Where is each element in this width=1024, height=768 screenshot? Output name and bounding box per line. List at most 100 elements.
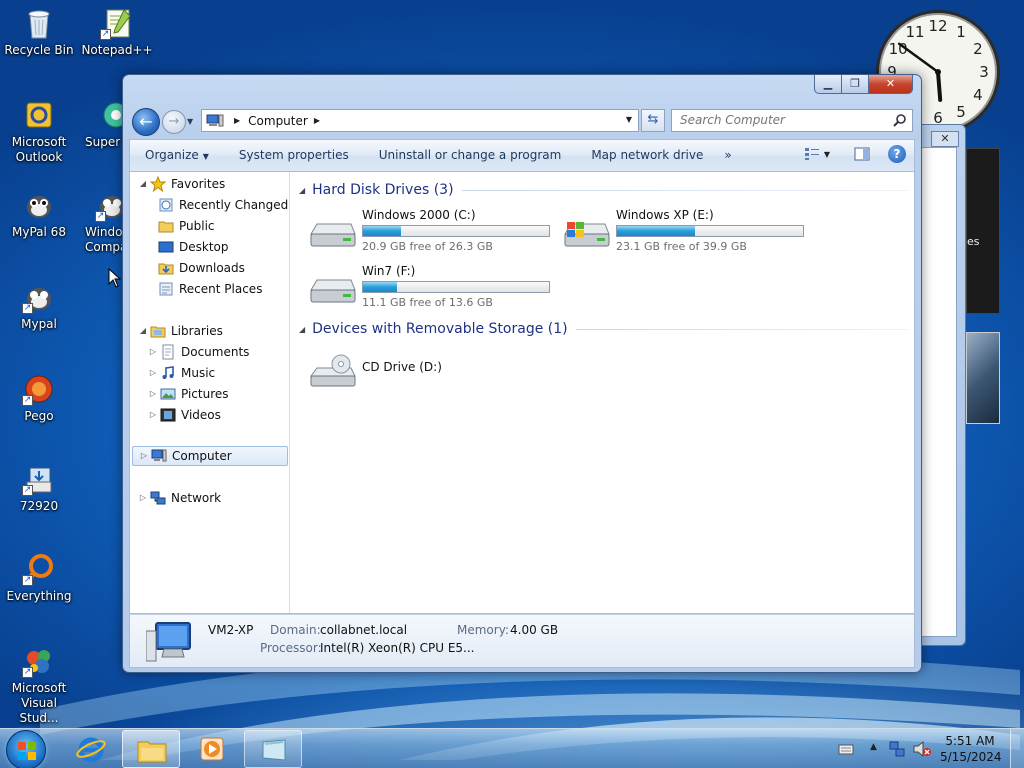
desktop-icon-label: Everything (6, 589, 72, 603)
mouse-cursor-icon (108, 268, 122, 288)
desktop-icon-visual-studio[interactable]: ↗ Microsoft Visual Stud... (1, 644, 77, 726)
refresh-button[interactable]: ⇆ (641, 109, 665, 132)
taskbar-windows-explorer[interactable] (122, 730, 180, 768)
desktop-icon-pego[interactable]: ↗ Pego (1, 372, 77, 424)
desktop-icon-outlook[interactable]: Microsoft Outlook (1, 98, 77, 165)
volume-muted-icon[interactable] (912, 740, 932, 758)
uninstall-program-button[interactable]: Uninstall or change a program (364, 140, 577, 171)
desktop-icon-super[interactable]: Super (79, 98, 129, 150)
collapse-arrow-icon: ◢ (139, 326, 147, 335)
command-bar: Organize ▼ System properties Uninstall or… (129, 139, 915, 171)
desktop-icon-notepadpp[interactable]: ↗ Notepad++ (79, 6, 155, 58)
group-header-hard-disk-drives[interactable]: ◢ Hard Disk Drives (3) (299, 182, 909, 198)
desktop-icon-72920[interactable]: ↗ 72920 (1, 462, 77, 514)
network-status-icon[interactable] (888, 740, 906, 758)
collapse-arrow-icon: ◢ (299, 324, 306, 334)
address-dropdown-icon[interactable]: ▼ (626, 115, 632, 124)
nav-favorites[interactable]: ◢ Favorites (138, 174, 225, 194)
computer-icon (206, 114, 224, 128)
nav-recent-places[interactable]: Recent Places (158, 279, 262, 299)
group-header-removable-storage[interactable]: ◢ Devices with Removable Storage (1) (299, 321, 909, 337)
shortcut-arrow-icon: ↗ (95, 211, 106, 222)
breadcrumb-computer[interactable]: Computer (248, 114, 308, 128)
refresh-icon: ⇆ (647, 112, 659, 127)
photo-gadget[interactable] (966, 332, 1000, 424)
clock-numeral: 4 (973, 86, 983, 104)
clock-numeral: 2 (973, 40, 983, 58)
map-network-drive-button[interactable]: Map network drive (576, 140, 718, 171)
windows-drive-icon (564, 222, 610, 247)
recent-pages-button[interactable]: ▼ (187, 117, 193, 126)
clock-numeral: 5 (956, 103, 966, 121)
preview-pane-icon[interactable] (854, 147, 870, 161)
drive-usage-fill (363, 226, 402, 236)
media-player-icon (200, 737, 224, 761)
desktop-icon-recycle-bin[interactable]: Recycle Bin (1, 6, 77, 58)
breadcrumb-separator-icon[interactable]: ▶ (234, 116, 240, 125)
system-clock[interactable]: 5:51 AM 5/15/2024 (940, 733, 1002, 765)
nav-public[interactable]: Public (158, 216, 215, 236)
start-button[interactable] (6, 730, 46, 768)
nav-libraries[interactable]: ◢ Libraries (138, 321, 223, 341)
address-bar[interactable]: ▶ Computer ▶ ▼ (201, 109, 639, 132)
keyboard-icon[interactable] (838, 742, 854, 756)
desktop-icon-mypal68[interactable]: MyPal 68 (1, 188, 77, 240)
recent-places-icon (158, 281, 174, 297)
chevron-down-icon: ▼ (202, 152, 209, 161)
maximize-button[interactable]: ❐ (842, 75, 869, 94)
drive-cd-d[interactable]: CD Drive (D:) (309, 346, 559, 396)
show-hidden-icons-button[interactable]: ▲ (870, 742, 877, 752)
organize-button[interactable]: Organize ▼ (130, 140, 224, 171)
nav-desktop[interactable]: Desktop (158, 237, 229, 257)
show-desktop-button[interactable] (1010, 729, 1024, 768)
more-commands-button[interactable]: » (718, 140, 737, 171)
gadget-panel[interactable]: es (966, 148, 1000, 314)
search-icon[interactable] (893, 113, 907, 127)
desktop-icon-windows-compat[interactable]: ↗ Windo Compat (79, 188, 132, 255)
taskbar-internet-explorer[interactable] (62, 730, 120, 768)
expand-arrow-icon: ▷ (140, 451, 148, 460)
search-input[interactable] (680, 113, 880, 127)
taskbar-open-window[interactable] (244, 730, 302, 768)
desktop-icon-mypal[interactable]: ↗ Mypal (1, 280, 77, 332)
clock-time: 5:51 AM (945, 734, 995, 748)
expand-arrow-icon: ▷ (149, 410, 157, 419)
forward-button[interactable]: → (162, 110, 186, 134)
change-view-icon[interactable] (804, 147, 820, 161)
clock-numeral: 11 (905, 23, 924, 41)
drive-windows-xp-e[interactable]: Windows XP (E:) 23.1 GB free of 39.9 GB (563, 208, 813, 258)
desktop-icon-label: Recycle Bin (4, 43, 74, 57)
drive-win7-f[interactable]: Win7 (F:) 11.1 GB free of 13.6 GB (309, 264, 559, 314)
nav-downloads[interactable]: Downloads (158, 258, 245, 278)
minimize-button[interactable]: ▁ (814, 75, 842, 94)
desktop-icon-label: Super (85, 135, 121, 149)
nav-recently-changed[interactable]: Recently Changed (158, 195, 288, 215)
nav-music[interactable]: ▷ Music (148, 363, 215, 383)
nav-videos[interactable]: ▷ Videos (148, 405, 221, 425)
drive-windows-2000-c[interactable]: Windows 2000 (C:) 20.9 GB free of 26.3 G… (309, 208, 559, 258)
nav-computer[interactable]: ▷ Computer (132, 446, 288, 466)
explorer-window[interactable]: ▁ ❐ ✕ ← → ▼ ▶ Computer ▶ ▼ ⇆ Organize▼ S… (122, 74, 922, 673)
system-properties-button[interactable]: System properties (224, 140, 364, 171)
window-icon (262, 739, 286, 761)
help-icon[interactable]: ? (888, 145, 906, 163)
drive-free-space: 11.1 GB free of 13.6 GB (362, 296, 493, 309)
nav-network[interactable]: ▷ Network (138, 488, 221, 508)
computer-large-icon (146, 622, 191, 662)
expand-arrow-icon: ▷ (149, 368, 157, 377)
nav-documents[interactable]: ▷ Documents (148, 342, 249, 362)
close-button[interactable]: ✕ (869, 75, 913, 94)
view-options-chevron-icon[interactable]: ▼ (824, 150, 830, 159)
breadcrumb-separator-icon[interactable]: ▶ (314, 116, 320, 125)
background-window[interactable]: ✕ (918, 124, 966, 646)
drive-usage-fill (617, 226, 696, 236)
desktop-icon-label: MyPal 68 (12, 225, 66, 239)
taskbar-media-player[interactable] (184, 730, 242, 768)
desktop-icon-label: Notepad++ (81, 43, 153, 57)
background-window-close-button[interactable]: ✕ (931, 131, 959, 147)
search-box[interactable] (671, 109, 913, 132)
nav-pictures[interactable]: ▷ Pictures (148, 384, 229, 404)
drive-name: Windows 2000 (C:) (362, 208, 476, 222)
desktop-icon-everything[interactable]: ↗ Everything (1, 552, 77, 604)
back-button[interactable]: ← (132, 108, 160, 136)
